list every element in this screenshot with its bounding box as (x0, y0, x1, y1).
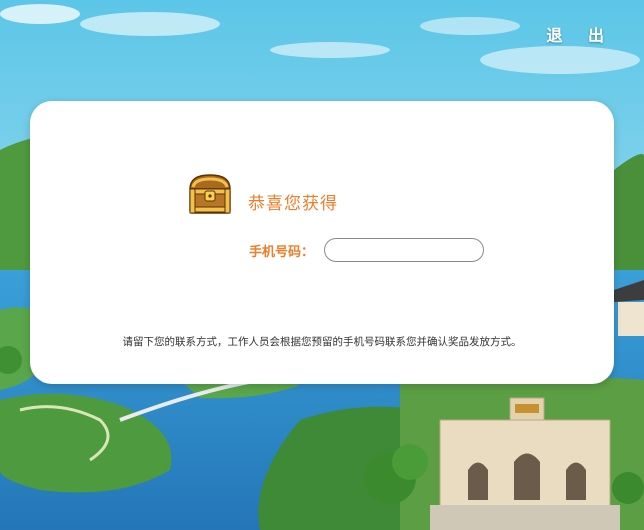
phone-input[interactable] (324, 238, 484, 262)
contact-note: 请留下您的联系方式，工作人员会根据您预留的手机号码联系您并确认奖品发放方式。 (122, 336, 522, 348)
exit-button[interactable]: 退 出 (546, 22, 614, 46)
prize-title: 恭喜您获得 (248, 194, 338, 214)
treasure-chest-icon (189, 174, 231, 214)
phone-label: 手机号码： (249, 245, 315, 260)
prize-dialog: 恭喜您获得 手机号码： 请留下您的联系方式，工作人员会根据您预留的手机号码联系您… (30, 101, 614, 384)
